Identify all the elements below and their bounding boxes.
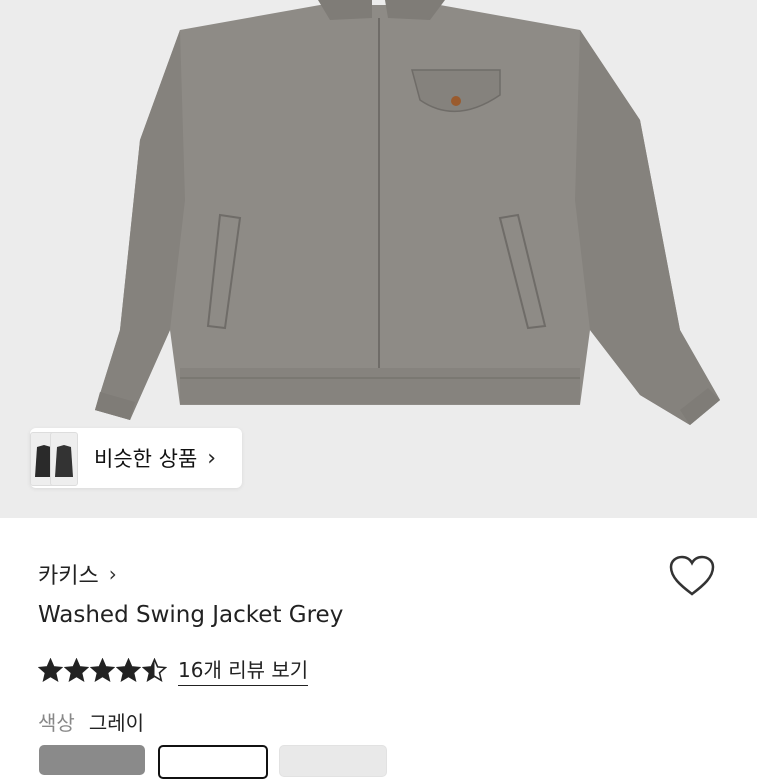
favorite-button[interactable] <box>668 554 716 598</box>
similar-products-button[interactable]: 비슷한 상품 › <box>30 428 242 488</box>
star-icon <box>90 657 115 682</box>
product-title: Washed Swing Jacket Grey <box>38 602 344 628</box>
brand-link[interactable]: 카키스 › <box>38 558 117 590</box>
color-label: 색상 <box>38 711 75 735</box>
product-info: 카키스 › Washed Swing Jacket Grey 16개 리뷰 보기… <box>0 518 757 779</box>
color-swatch[interactable] <box>279 745 387 777</box>
star-icon <box>142 657 167 682</box>
star-icon <box>64 657 89 682</box>
reviews-link[interactable]: 16개 리뷰 보기 <box>178 654 309 686</box>
similar-products-label: 비슷한 상품 <box>94 447 198 471</box>
product-image[interactable]: 비슷한 상품 › <box>0 0 757 518</box>
color-row: 색상 그레이 <box>38 707 144 736</box>
brand-name: 카키스 <box>38 564 99 589</box>
heart-icon <box>669 555 715 596</box>
similar-thumbnails <box>30 428 80 488</box>
chevron-right-icon: › <box>207 445 217 471</box>
star-rating <box>38 657 168 683</box>
chevron-right-icon: › <box>108 562 117 586</box>
star-icon <box>38 657 63 682</box>
color-swatch[interactable] <box>39 745 145 775</box>
rating-row: 16개 리뷰 보기 <box>38 654 309 686</box>
thumbnail-image <box>50 432 78 486</box>
color-swatch[interactable] <box>158 745 268 779</box>
star-icon <box>116 657 141 682</box>
color-value: 그레이 <box>88 711 145 735</box>
